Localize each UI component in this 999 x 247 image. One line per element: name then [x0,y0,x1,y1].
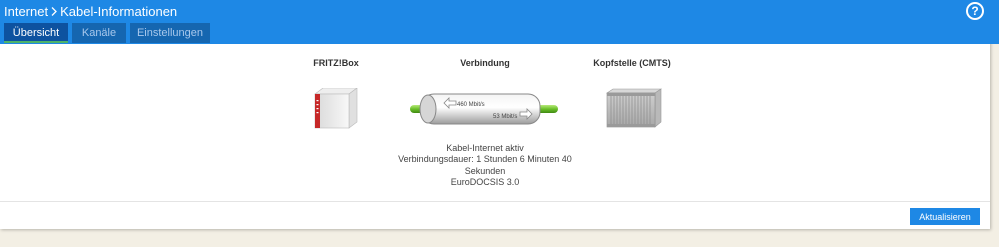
fritzbox-label: FRITZ!Box [313,58,359,68]
downstream-rate: 460 Mbit/s [457,102,485,108]
tab-bar: Übersicht Kanäle Einstellungen [4,23,210,43]
connection-tube-graphic: 460 Mbit/s 53 Mbit/s [410,93,558,125]
upstream-rate: 53 Mbit/s [493,114,517,120]
connection-status: Kabel-Internet aktiv Verbindungsdauer: 1… [395,143,575,188]
fritzbox-router-icon [314,88,358,129]
cmts-cabinet-icon [606,88,662,128]
header-bar: Internet Kabel-Informationen ? Übersicht… [0,0,999,44]
help-circle-icon[interactable]: ? [966,2,984,20]
kopfstelle-label: Kopfstelle (CMTS) [593,58,671,68]
refresh-button[interactable]: Aktualisieren [910,208,980,225]
chevron-right-icon [51,7,58,16]
breadcrumb-internet[interactable]: Internet [4,4,48,19]
tab-einstellungen[interactable]: Einstellungen [130,23,210,43]
tab-uebersicht[interactable]: Übersicht [4,23,68,43]
breadcrumb-kabel-informationen: Kabel-Informationen [60,4,178,19]
breadcrumb: Internet Kabel-Informationen [4,4,177,19]
status-line-active: Kabel-Internet aktiv [446,143,524,153]
tab-kanaele[interactable]: Kanäle [72,23,126,43]
status-line-duration: Verbindungsdauer: 1 Stunden 6 Minuten 40… [398,154,572,176]
footer-divider [0,201,990,202]
verbindung-label: Verbindung [460,58,510,68]
status-line-standard: EuroDOCSIS 3.0 [450,176,520,187]
